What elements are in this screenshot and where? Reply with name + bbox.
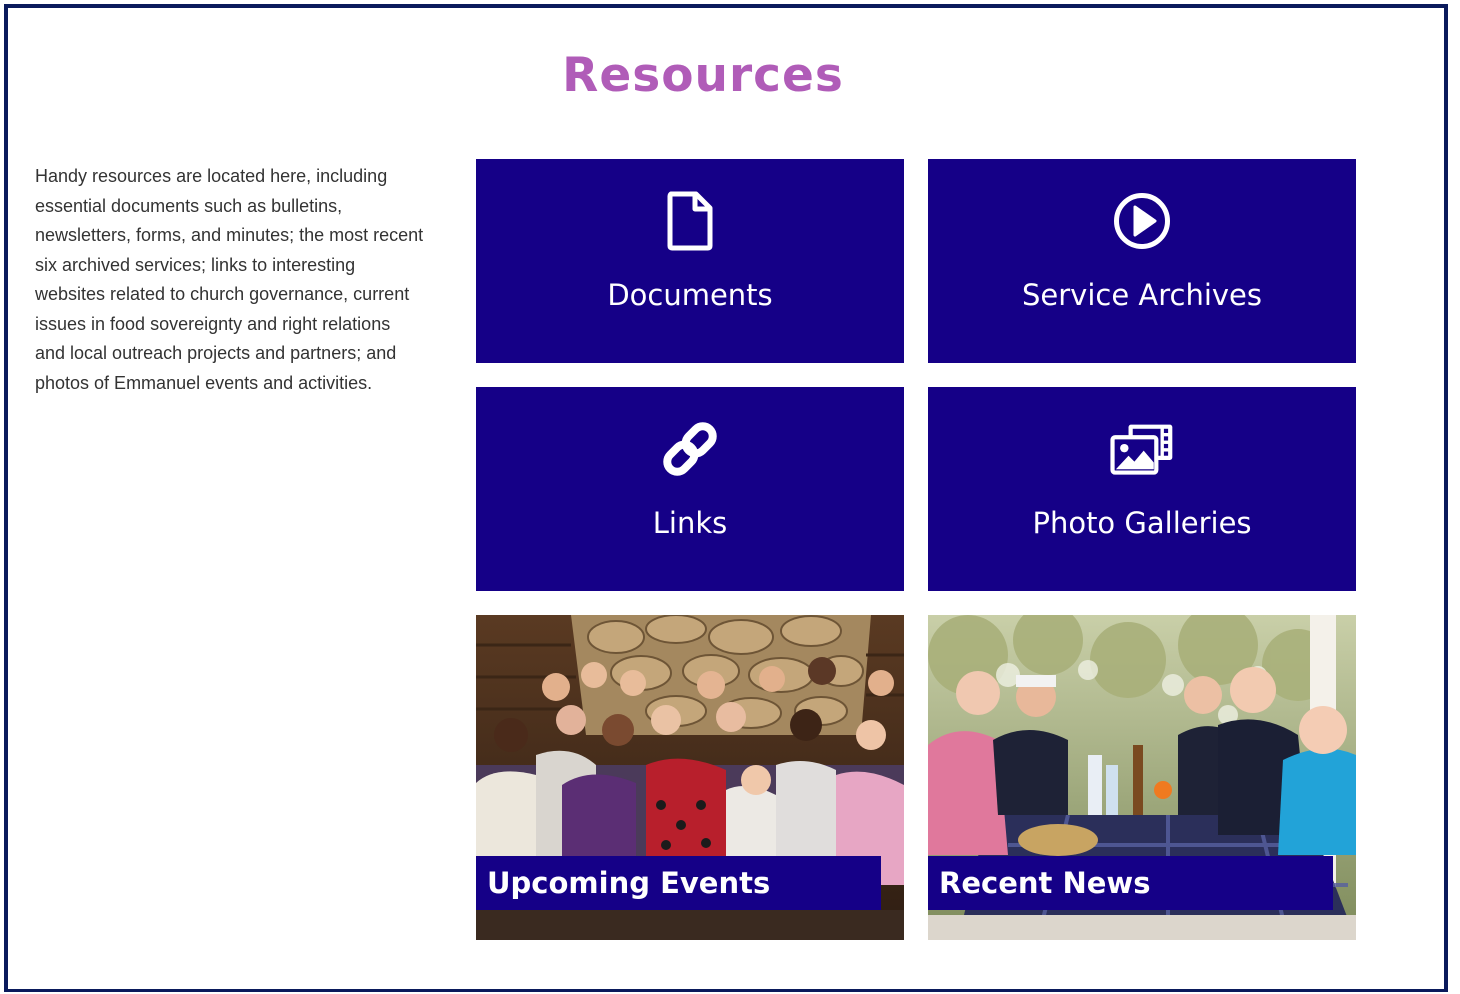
photo-gallery-icon [1110,417,1174,481]
link-icon [658,417,722,481]
photo-galleries-tile[interactable]: Photo Galleries [928,387,1356,591]
intro-text: Handy resources are located here, includ… [35,166,424,393]
links-tile[interactable]: Links [476,387,904,591]
document-icon [658,189,722,253]
recent-news-banner: Recent News [928,856,1333,910]
page-frame: Resources Handy resources are located he… [4,4,1448,992]
documents-tile[interactable]: Documents [476,159,904,363]
photo-galleries-label: Photo Galleries [1032,506,1252,540]
upcoming-events-tile[interactable]: Upcoming Events [476,615,904,940]
upcoming-events-banner: Upcoming Events [476,856,881,910]
page-title: Resources [562,48,844,103]
links-label: Links [652,506,728,540]
service-archives-label: Service Archives [1021,278,1262,312]
play-circle-icon [1110,189,1174,253]
service-archives-tile[interactable]: Service Archives [928,159,1356,363]
recent-news-tile[interactable]: Recent News [928,615,1356,940]
documents-label: Documents [607,278,773,312]
